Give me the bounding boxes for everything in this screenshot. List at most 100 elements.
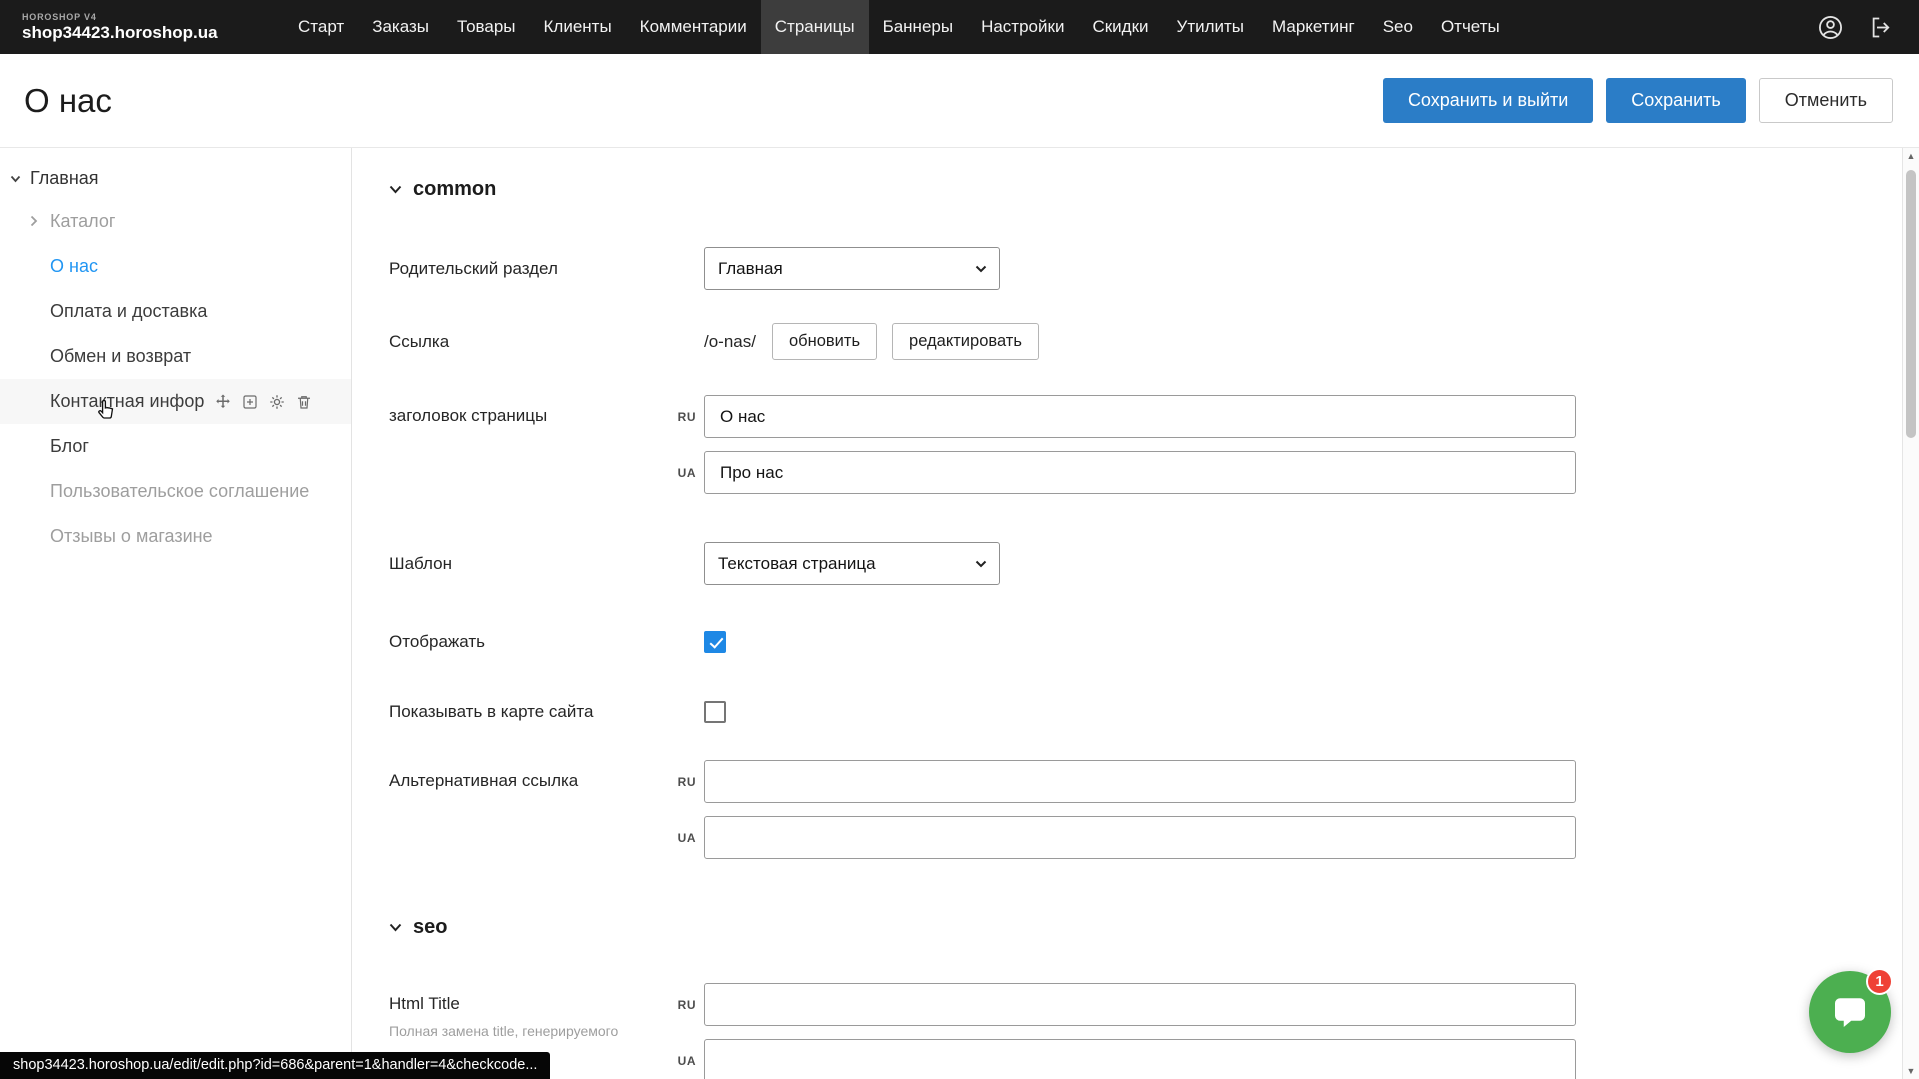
sidebar-item-label: Отзывы о магазине: [50, 526, 213, 547]
chevron-down-icon: [389, 185, 402, 194]
chat-bubble-icon: [1830, 992, 1870, 1032]
add-page-icon[interactable]: [241, 393, 259, 411]
section-seo-toggle[interactable]: seo: [389, 916, 1919, 939]
html-title-hint: Полная замена title, генерируемого: [389, 1022, 674, 1040]
pages-tree-sidebar: Главная Каталог О нас Оплата и доставка …: [0, 148, 352, 1079]
lang-ua-badge: UA: [664, 1054, 696, 1068]
template-select[interactable]: Текстовая страница: [704, 542, 1000, 585]
sidebar-item-label: Блог: [50, 436, 89, 457]
save-button[interactable]: Сохранить: [1606, 78, 1745, 123]
update-link-button[interactable]: обновить: [772, 323, 877, 360]
trash-icon[interactable]: [295, 393, 313, 411]
template-select-control[interactable]: Текстовая страница: [705, 543, 999, 584]
nav-item-discounts[interactable]: Скидки: [1078, 0, 1162, 54]
header-buttons: Сохранить и выйти Сохранить Отменить: [1383, 78, 1893, 123]
display-label: Отображать: [389, 632, 704, 652]
sidebar-item-kontaktnaya-infor[interactable]: Контактная инфор: [0, 379, 351, 424]
html-title-ru-input[interactable]: [704, 983, 1576, 1026]
nav-item-clients[interactable]: Клиенты: [530, 0, 626, 54]
nav-item-pages[interactable]: Страницы: [761, 0, 869, 54]
nav-item-reports[interactable]: Отчеты: [1427, 0, 1514, 54]
nav-item-start[interactable]: Старт: [284, 0, 358, 54]
nav-item-banners[interactable]: Баннеры: [869, 0, 968, 54]
sidebar-item-label: Контактная инфор: [50, 391, 204, 412]
sitemap-label: Показывать в карте сайта: [389, 702, 704, 722]
display-row: Отображать: [389, 620, 1919, 663]
sidebar-item-label: О нас: [50, 256, 98, 277]
gear-icon[interactable]: [268, 393, 286, 411]
top-navbar: HOROSHOP V4 shop34423.horoshop.ua Старт …: [0, 0, 1919, 54]
sidebar-item-user-agreement[interactable]: Пользовательское соглашение: [0, 469, 351, 514]
nav-item-marketing[interactable]: Маркетинг: [1258, 0, 1369, 54]
brand-domain: shop34423.horoshop.ua: [22, 23, 238, 43]
display-checkbox[interactable]: [704, 631, 726, 653]
main-nav: Старт Заказы Товары Клиенты Комментарии …: [284, 0, 1514, 54]
status-url-tooltip: shop34423.horoshop.ua/edit/edit.php?id=6…: [0, 1052, 550, 1079]
lang-ru-badge: RU: [664, 998, 696, 1012]
parent-section-label: Родительский раздел: [389, 259, 704, 279]
alt-link-ru-input[interactable]: [704, 760, 1576, 803]
sidebar-item-label: Каталог: [50, 211, 115, 232]
brand-version: HOROSHOP V4: [22, 12, 238, 22]
tree-item-actions: [214, 393, 313, 411]
chat-widget-button[interactable]: 1: [1809, 971, 1891, 1053]
save-and-exit-button[interactable]: Сохранить и выйти: [1383, 78, 1593, 123]
chat-unread-badge: 1: [1866, 968, 1893, 995]
sidebar-root-label: Главная: [30, 168, 99, 189]
lang-ru-badge: RU: [664, 775, 696, 789]
link-row: Ссылка /o-nas/ обновить редактировать: [389, 320, 1919, 363]
chevron-down-icon[interactable]: [10, 175, 21, 183]
sidebar-item-label: Оплата и доставка: [50, 301, 207, 322]
sidebar-item-home[interactable]: Главная: [0, 156, 351, 199]
sitemap-row: Показывать в карте сайта: [389, 690, 1919, 733]
template-row: Шаблон Текстовая страница: [389, 542, 1919, 585]
sitemap-checkbox[interactable]: [704, 701, 726, 723]
nav-item-orders[interactable]: Заказы: [358, 0, 443, 54]
section-seo-title: seo: [413, 916, 447, 939]
move-icon[interactable]: [214, 393, 232, 411]
nav-item-seo[interactable]: Seo: [1369, 0, 1427, 54]
page-title-row: заголовок страницы RU UA: [389, 395, 1919, 494]
page-edit-form: common Родительский раздел Главная Ссылк…: [352, 148, 1919, 1079]
section-common-title: common: [413, 178, 496, 201]
scroll-up-arrow[interactable]: ▲: [1903, 148, 1919, 164]
nav-item-settings[interactable]: Настройки: [967, 0, 1078, 54]
nav-right-icons: [1817, 0, 1919, 54]
lang-ua-badge: UA: [664, 466, 696, 480]
parent-section-select[interactable]: Главная: [704, 247, 1000, 290]
parent-section-row: Родительский раздел Главная: [389, 247, 1919, 290]
nav-item-products[interactable]: Товары: [443, 0, 529, 54]
page-title: О нас: [24, 82, 112, 120]
scrollbar[interactable]: ▲ ▼: [1902, 148, 1919, 1079]
alt-link-label: Альтернативная ссылка: [389, 760, 704, 791]
alt-link-row: Альтернативная ссылка RU UA: [389, 760, 1919, 859]
nav-item-comments[interactable]: Комментарии: [626, 0, 761, 54]
chevron-right-icon[interactable]: [30, 215, 38, 227]
brand[interactable]: HOROSHOP V4 shop34423.horoshop.ua: [0, 0, 238, 54]
logout-icon[interactable]: [1868, 14, 1895, 41]
sidebar-item-oplata-i-dostavka[interactable]: Оплата и доставка: [0, 289, 351, 334]
user-account-icon[interactable]: [1817, 14, 1844, 41]
lang-ua-badge: UA: [664, 831, 696, 845]
sidebar-item-o-nas[interactable]: О нас: [0, 244, 351, 289]
nav-item-utilities[interactable]: Утилиты: [1163, 0, 1259, 54]
edit-link-button[interactable]: редактировать: [892, 323, 1039, 360]
html-title-ua-input[interactable]: [704, 1039, 1576, 1079]
sidebar-item-blog[interactable]: Блог: [0, 424, 351, 469]
page-title-ua-input[interactable]: [704, 451, 1576, 494]
scroll-down-arrow[interactable]: ▼: [1903, 1063, 1919, 1079]
sidebar-item-store-reviews[interactable]: Отзывы о магазине: [0, 514, 351, 559]
page-title-ru-input[interactable]: [704, 395, 1576, 438]
cancel-button[interactable]: Отменить: [1759, 78, 1893, 123]
html-title-label: Html Title: [389, 994, 704, 1014]
sidebar-item-obmen-i-vozvrat[interactable]: Обмен и возврат: [0, 334, 351, 379]
chevron-down-icon: [389, 923, 402, 932]
lang-ru-badge: RU: [664, 410, 696, 424]
main-layout: Главная Каталог О нас Оплата и доставка …: [0, 148, 1919, 1079]
section-common-toggle[interactable]: common: [389, 178, 1919, 201]
sidebar-item-catalog[interactable]: Каталог: [0, 199, 351, 244]
parent-section-select-control[interactable]: Главная: [705, 248, 999, 289]
scrollbar-thumb[interactable]: [1906, 170, 1916, 438]
sidebar-item-label: Пользовательское соглашение: [50, 481, 309, 502]
alt-link-ua-input[interactable]: [704, 816, 1576, 859]
